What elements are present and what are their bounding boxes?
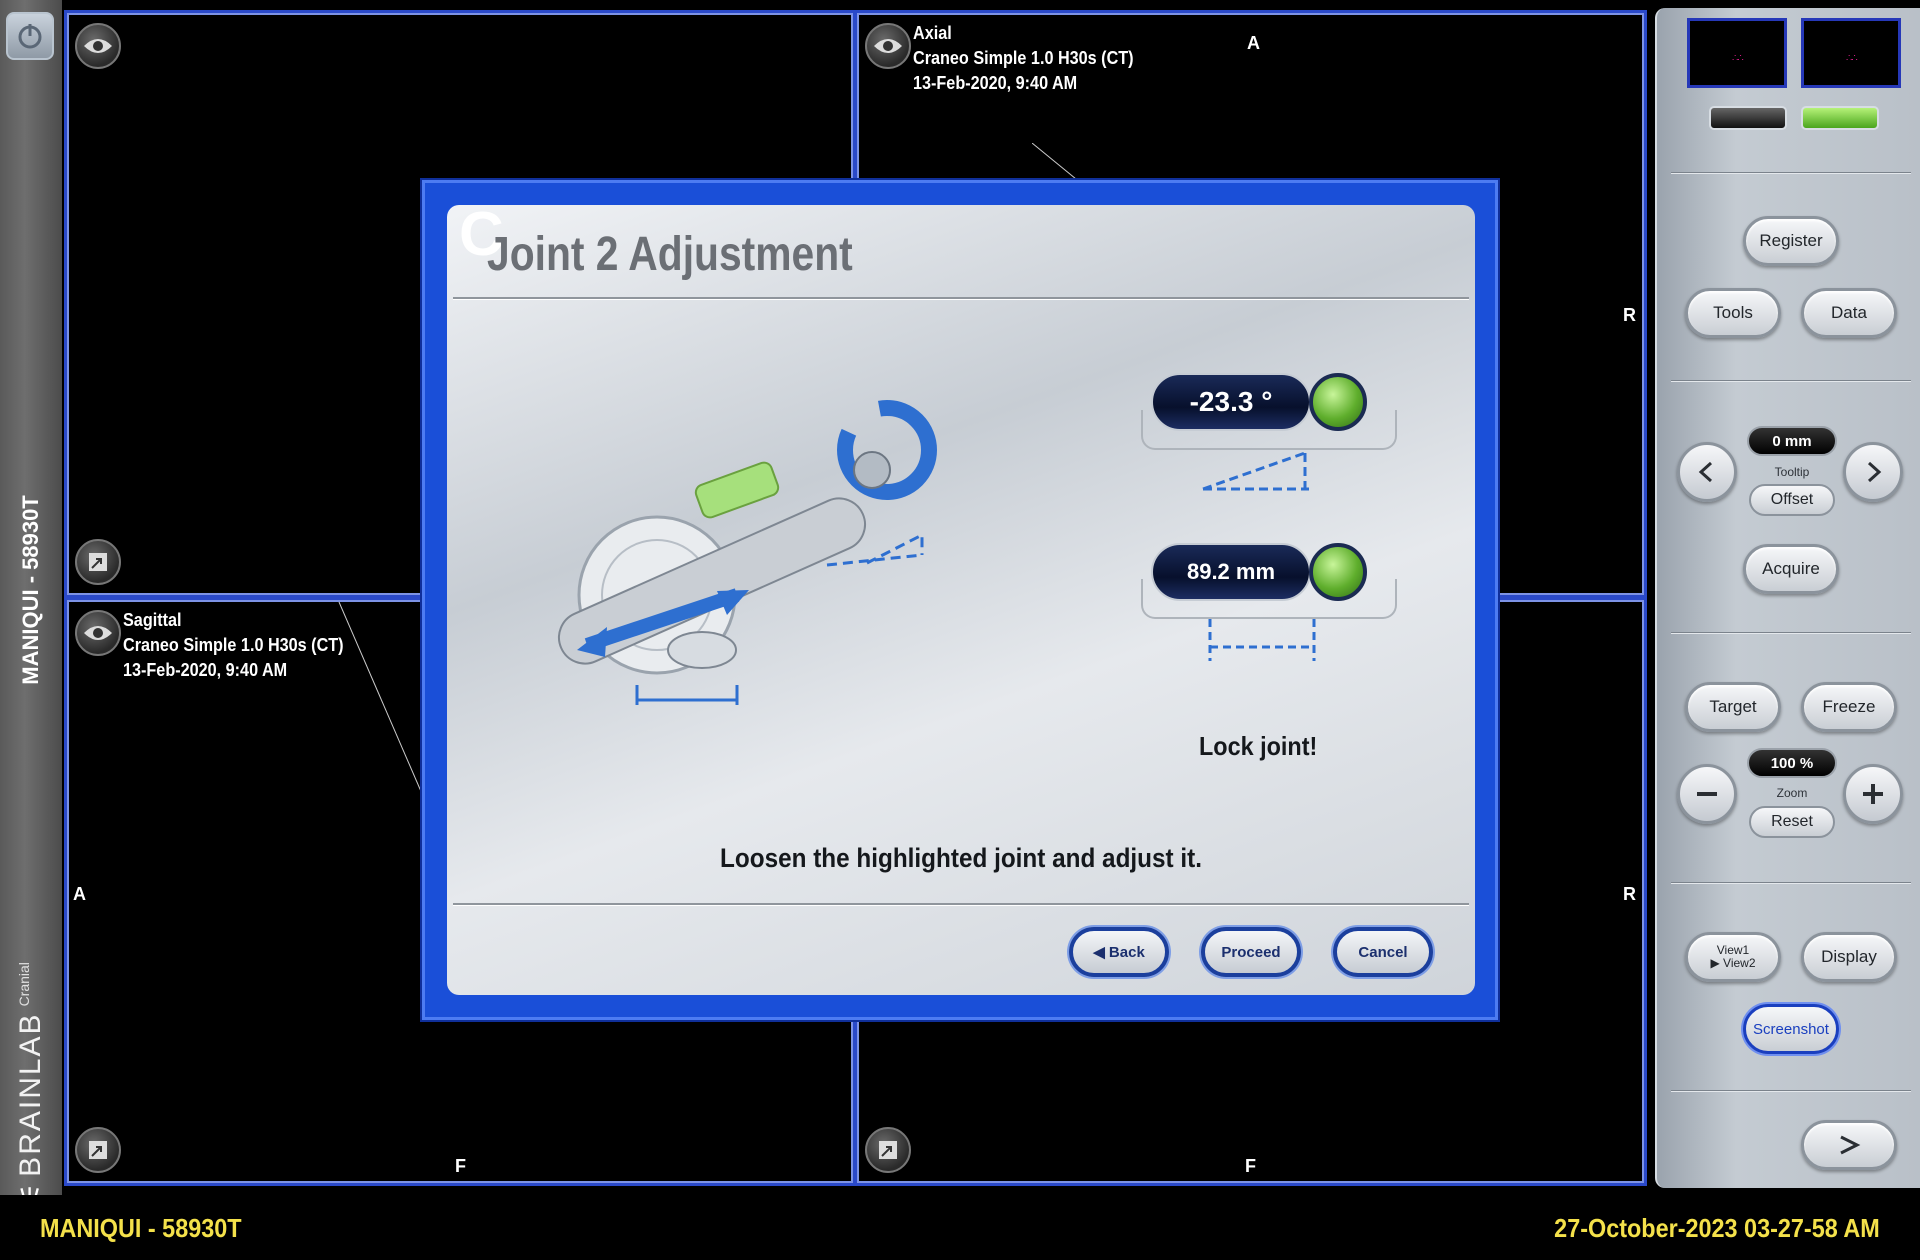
tooltip-label: Tooltip bbox=[1774, 465, 1810, 479]
orientation-label-right: R bbox=[1623, 884, 1636, 904]
power-icon bbox=[18, 24, 42, 49]
acquire-button[interactable]: Acquire bbox=[1743, 544, 1839, 594]
brand-subtitle: Cranial bbox=[16, 962, 32, 1007]
orientation-label-left: A bbox=[73, 884, 86, 904]
status-indicator-on bbox=[1801, 106, 1879, 130]
dialog-instruction: Loosen the highlighted joint and adjust … bbox=[720, 843, 1202, 873]
viewport-expand-button[interactable] bbox=[75, 1127, 121, 1173]
joint-adjustment-dialog: C Joint 2 Adjustment -23.3 ° 89.2 mm Loc… bbox=[447, 200, 1475, 995]
view2-label: ▶ View2 bbox=[1710, 956, 1756, 970]
viewport-date: 13-Feb-2020, 9:40 AM bbox=[123, 660, 288, 680]
status-indicator-off bbox=[1709, 106, 1787, 130]
panel-divider bbox=[1671, 632, 1911, 634]
view-toggle-button[interactable]: View1 ▶ View2 bbox=[1685, 932, 1781, 982]
back-button[interactable]: ◀ Back bbox=[1069, 927, 1169, 977]
marker-dots-icon: ∴∴ bbox=[1732, 53, 1744, 64]
status-bar: MANIQUI - 58930T 27-October-2023 03-27-5… bbox=[0, 1195, 1920, 1260]
viewport-visibility-button[interactable] bbox=[865, 23, 911, 69]
viewport-series: Craneo Simple 1.0 H30s (CT) bbox=[123, 635, 344, 655]
orientation-label-top: A bbox=[1247, 33, 1260, 53]
distance-icon bbox=[1208, 619, 1316, 661]
zoom-reset-button[interactable]: Reset bbox=[1749, 806, 1835, 838]
distance-status-led bbox=[1309, 543, 1367, 601]
proceed-button[interactable]: Proceed bbox=[1201, 927, 1301, 977]
freeze-button[interactable]: Freeze bbox=[1801, 682, 1897, 732]
eye-icon bbox=[84, 39, 112, 53]
marker-dots-icon: ∴∴ bbox=[1846, 53, 1858, 64]
orientation-label-bottom: F bbox=[455, 1156, 466, 1176]
right-control-panel: ∴∴ ∴∴ Register Tools Data 0 mm Tooltip O… bbox=[1655, 8, 1920, 1188]
zoom-label: Zoom bbox=[1776, 786, 1808, 800]
panel-divider bbox=[1671, 380, 1911, 382]
eye-icon bbox=[874, 39, 902, 53]
offset-button[interactable]: Offset bbox=[1749, 484, 1835, 516]
angle-icon bbox=[1202, 451, 1309, 491]
joint-adjustment-dialog-frame: C Joint 2 Adjustment -23.3 ° 89.2 mm Loc… bbox=[422, 180, 1498, 1020]
panel-divider bbox=[1671, 172, 1911, 174]
chevron-right-icon bbox=[1867, 461, 1882, 483]
viewport-name: Sagittal bbox=[123, 610, 182, 630]
camera-view-thumbnail-1[interactable]: ∴∴ bbox=[1687, 18, 1787, 88]
left-strip: MANIQUI - 58930T ⚟ BRAINLAB Cranial bbox=[0, 0, 62, 1208]
zoom-in-button[interactable] bbox=[1843, 764, 1903, 824]
screenshot-button[interactable]: Screenshot bbox=[1743, 1004, 1839, 1054]
target-button[interactable]: Target bbox=[1685, 682, 1781, 732]
brainlab-logo: ⚟ BRAINLAB Cranial bbox=[14, 962, 48, 1208]
viewport-info: Axial Craneo Simple 1.0 H30s (CT) 13-Feb… bbox=[913, 21, 1134, 96]
distance-value-display: 89.2 mm bbox=[1151, 543, 1311, 601]
plus-icon bbox=[1863, 784, 1883, 804]
status-datetime: 27-October-2023 03-27-58 AM bbox=[1554, 1213, 1880, 1243]
data-button[interactable]: Data bbox=[1801, 288, 1897, 338]
joint-illustration bbox=[558, 400, 937, 705]
angle-value-display: -23.3 ° bbox=[1151, 373, 1311, 431]
expand-icon bbox=[879, 1141, 897, 1159]
dialog-title: Joint 2 Adjustment bbox=[487, 228, 853, 281]
brand-name: BRAINLAB bbox=[14, 1012, 47, 1177]
angle-status-led bbox=[1309, 373, 1367, 431]
camera-view-thumbnail-2[interactable]: ∴∴ bbox=[1801, 18, 1901, 88]
orientation-label-right: R bbox=[1623, 305, 1636, 325]
expand-icon bbox=[89, 1141, 107, 1159]
zoom-out-button[interactable] bbox=[1677, 764, 1737, 824]
expand-icon bbox=[89, 553, 107, 571]
tools-button[interactable]: Tools bbox=[1685, 288, 1781, 338]
trajectory-line bbox=[338, 601, 424, 797]
tooltip-increase-button[interactable] bbox=[1843, 442, 1903, 502]
tooltip-decrease-button[interactable] bbox=[1677, 442, 1737, 502]
dialog-divider-top bbox=[453, 297, 1469, 300]
viewport-date: 13-Feb-2020, 9:40 AM bbox=[913, 73, 1078, 93]
register-button[interactable]: Register bbox=[1743, 216, 1839, 266]
status-patient-id: MANIQUI - 58930T bbox=[40, 1213, 242, 1243]
eye-icon bbox=[84, 626, 112, 640]
viewport-expand-button[interactable] bbox=[865, 1127, 911, 1173]
zoom-readout: 100 % bbox=[1747, 748, 1837, 778]
minus-icon bbox=[1697, 792, 1717, 796]
cancel-button[interactable]: Cancel bbox=[1333, 927, 1433, 977]
viewport-visibility-button[interactable] bbox=[75, 23, 121, 69]
viewport-visibility-button[interactable] bbox=[75, 610, 121, 656]
viewport-name: Axial bbox=[913, 23, 952, 43]
panel-divider bbox=[1671, 882, 1911, 884]
tooltip-offset-readout: 0 mm bbox=[1747, 426, 1837, 456]
viewport-expand-button[interactable] bbox=[75, 539, 121, 585]
panel-divider bbox=[1671, 1090, 1911, 1092]
patient-id-vertical: MANIQUI - 58930T bbox=[18, 495, 43, 685]
display-button[interactable]: Display bbox=[1801, 932, 1897, 982]
power-button[interactable] bbox=[6, 12, 54, 60]
next-button[interactable] bbox=[1801, 1120, 1897, 1170]
orientation-label-bottom: F bbox=[1245, 1156, 1256, 1176]
dialog-divider-bottom bbox=[453, 903, 1469, 906]
lock-joint-message: Lock joint! bbox=[1199, 731, 1318, 761]
viewport-info: Sagittal Craneo Simple 1.0 H30s (CT) 13-… bbox=[123, 608, 344, 683]
viewport-series: Craneo Simple 1.0 H30s (CT) bbox=[913, 48, 1134, 68]
chevron-left-icon bbox=[1698, 461, 1713, 483]
chevron-right-icon bbox=[1840, 1135, 1861, 1155]
